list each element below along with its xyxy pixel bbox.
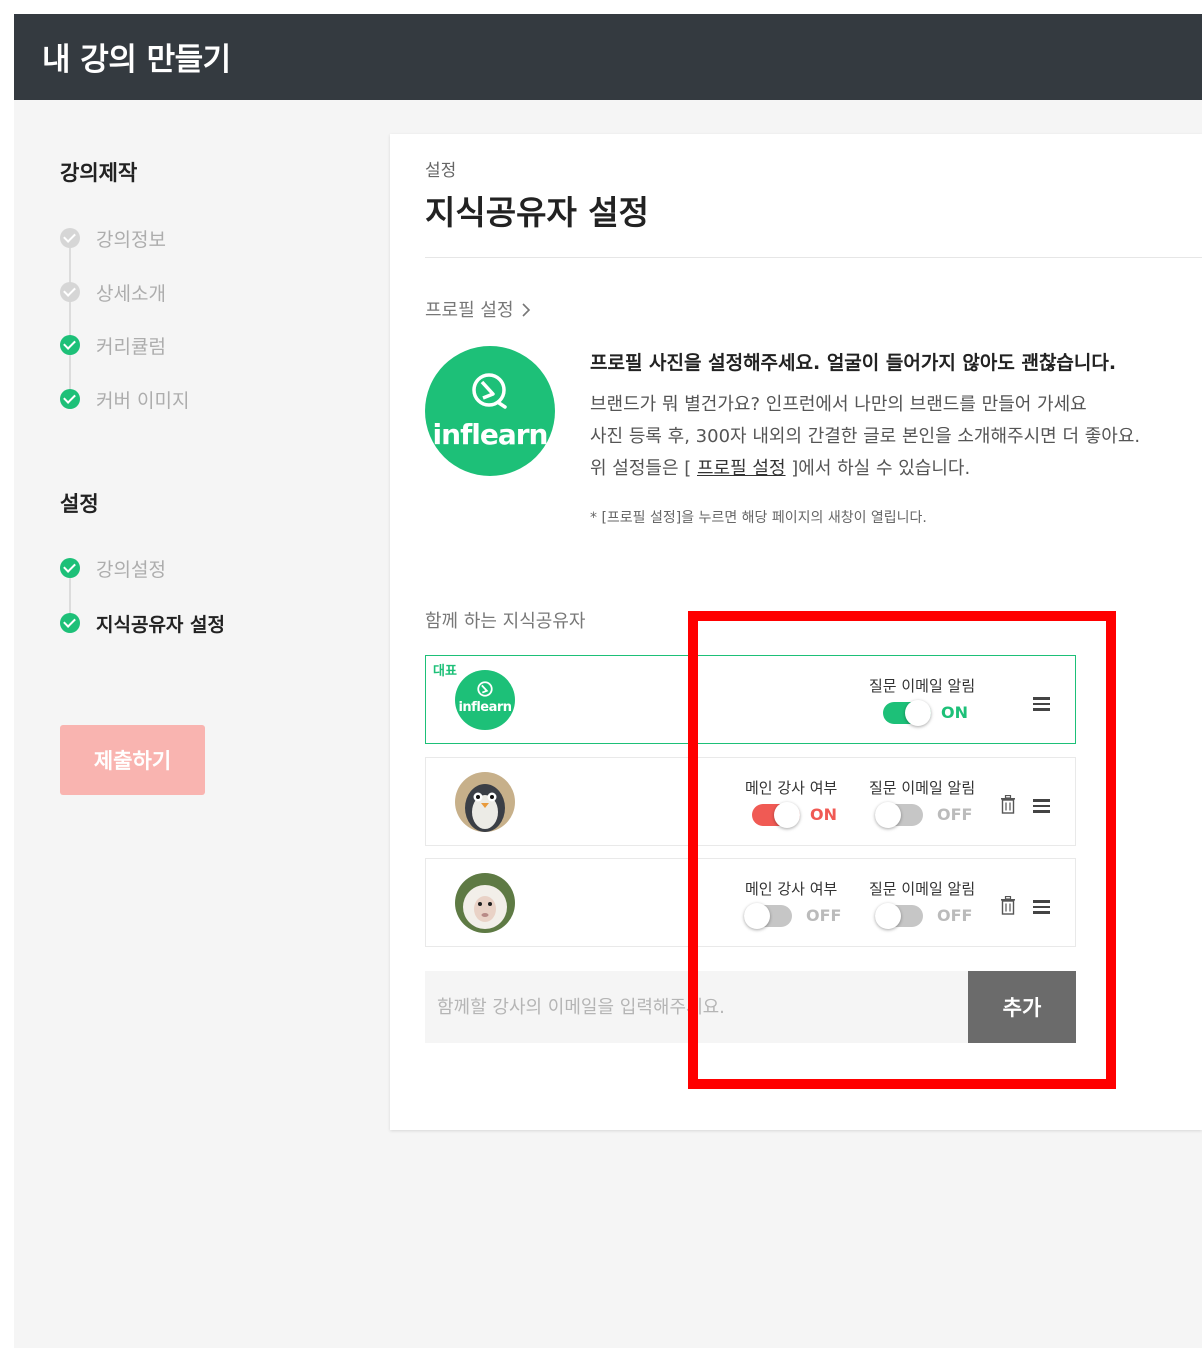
check-circle-icon — [60, 613, 80, 633]
text-fragment: 위 설정들은 [ — [590, 458, 697, 479]
step-label: 강의정보 — [96, 228, 166, 251]
breadcrumb: 설정 — [425, 161, 457, 181]
inflearn-logo-icon — [477, 681, 493, 697]
profile-settings-inline-link[interactable]: 프로필 설정 — [697, 458, 786, 479]
step-label: 커버 이미지 — [96, 389, 190, 412]
menu-bar — [1033, 810, 1050, 813]
penguin-avatar-icon — [455, 772, 515, 832]
main-instructor-label: 메인 강사 여부 — [745, 880, 838, 898]
check-circle-icon — [60, 282, 80, 302]
toggle-state: OFF — [806, 906, 842, 925]
representative-badge: 대표 — [433, 664, 457, 679]
inflearn-logo-icon — [472, 373, 507, 409]
page: 내 강의 만들기 강의제작 강의정보 상세소개 커리큘럼 커버 이미지 설정 강… — [14, 14, 1202, 1348]
sidebar-step-detail-intro[interactable]: 상세소개 — [60, 280, 166, 305]
main-instructor-toggle[interactable] — [752, 802, 800, 828]
check-circle-icon — [60, 389, 80, 409]
sheep-avatar-icon — [455, 873, 515, 933]
menu-bar — [1033, 702, 1050, 705]
toggle-knob — [875, 903, 901, 929]
instructor-row: 메인 강사 여부 OFF 질문 이메일 알림 OFF — [425, 858, 1076, 947]
profile-desc-line: 위 설정들은 [ 프로필 설정 ]에서 하실 수 있습니다. — [590, 454, 970, 480]
step-label: 지식공유자 설정 — [96, 613, 225, 636]
menu-bar — [1033, 900, 1050, 903]
toggle-knob — [905, 700, 931, 726]
profile-link-label: 프로필 설정 — [425, 300, 514, 321]
sidebar-step-cover-image[interactable]: 커버 이미지 — [60, 387, 190, 412]
avatar — [455, 772, 515, 832]
trash-icon[interactable] — [1000, 795, 1016, 814]
page-title: 지식공유자 설정 — [425, 193, 650, 232]
check-circle-icon — [60, 558, 80, 578]
sidebar-heading-settings: 설정 — [60, 492, 99, 516]
submit-button[interactable]: 제출하기 — [60, 725, 205, 795]
main-instructor-toggle[interactable] — [744, 903, 792, 929]
collaborators-label: 함께 하는 지식공유자 — [425, 611, 586, 632]
question-email-label: 질문 이메일 알림 — [869, 779, 976, 797]
logo-wordmark: inflearn — [432, 418, 549, 451]
sidebar-heading-create: 강의제작 — [60, 161, 138, 185]
instructor-email-input[interactable] — [425, 971, 968, 1043]
drag-handle-icon[interactable] — [1033, 799, 1050, 813]
sidebar-step-course-settings[interactable]: 강의설정 — [60, 556, 166, 581]
check-circle-icon — [60, 335, 80, 355]
question-email-toggle[interactable] — [883, 700, 931, 726]
drag-handle-icon[interactable] — [1033, 900, 1050, 914]
menu-bar — [1033, 905, 1050, 908]
sidebar-step-curriculum[interactable]: 커리큘럼 — [60, 333, 166, 358]
add-instructor-button[interactable]: 추가 — [968, 971, 1076, 1043]
step-label: 상세소개 — [96, 282, 166, 305]
chevron-right-icon — [522, 303, 531, 317]
divider — [425, 257, 1202, 258]
instructor-row: 대표 inflearn 질문 이메일 알림 ON — [425, 655, 1076, 744]
toggle-knob — [774, 802, 800, 828]
question-email-toggle[interactable] — [875, 802, 923, 828]
toggle-state: ON — [810, 805, 837, 824]
avatar — [455, 873, 515, 933]
trash-icon[interactable] — [1000, 896, 1016, 915]
avatar: inflearn — [455, 670, 515, 730]
drag-handle-icon[interactable] — [1033, 697, 1050, 711]
profile-note: * [프로필 설정]을 누르면 해당 페이지의 새창이 열립니다. — [590, 510, 927, 526]
question-email-label: 질문 이메일 알림 — [869, 880, 976, 898]
menu-bar — [1033, 804, 1050, 807]
menu-bar — [1033, 911, 1050, 914]
app-title: 내 강의 만들기 — [42, 42, 231, 78]
text-fragment: ]에서 하실 수 있습니다. — [785, 458, 971, 479]
toggle-knob — [744, 903, 770, 929]
profile-settings-link[interactable]: 프로필 설정 — [425, 296, 531, 322]
toggle-state: OFF — [937, 906, 973, 925]
top-bar: 내 강의 만들기 — [14, 14, 1202, 100]
toggle-knob — [875, 802, 901, 828]
menu-bar — [1033, 799, 1050, 802]
step-connector — [69, 248, 71, 398]
profile-desc-line: 사진 등록 후, 300자 내외의 간결한 글로 본인을 소개해주시면 더 좋아… — [590, 426, 1141, 447]
question-email-label: 질문 이메일 알림 — [869, 677, 976, 695]
main-instructor-label: 메인 강사 여부 — [745, 779, 838, 797]
profile-desc-line: 브랜드가 뭐 별건가요? 인프런에서 나만의 브랜드를 만들어 가세요 — [590, 394, 1087, 415]
menu-bar — [1033, 697, 1050, 700]
avatar-wordmark: inflearn — [458, 700, 512, 715]
profile-headline: 프로필 사진을 설정해주세요. 얼굴이 들어가지 않아도 괜찮습니다. — [590, 352, 1117, 374]
toggle-state: OFF — [937, 805, 973, 824]
sidebar-step-course-info[interactable]: 강의정보 — [60, 226, 166, 251]
step-label: 강의설정 — [96, 558, 166, 581]
settings-card: 설정 지식공유자 설정 프로필 설정 inflearn 프로필 사진을 설정해주… — [390, 134, 1202, 1130]
toggle-state: ON — [941, 703, 968, 722]
step-label: 커리큘럼 — [96, 335, 166, 358]
question-email-toggle[interactable] — [875, 903, 923, 929]
profile-logo: inflearn — [425, 346, 555, 476]
instructor-row: 메인 강사 여부 ON 질문 이메일 알림 OFF — [425, 757, 1076, 846]
check-circle-icon — [60, 228, 80, 248]
menu-bar — [1033, 708, 1050, 711]
sidebar-step-instructor-settings[interactable]: 지식공유자 설정 — [60, 611, 225, 636]
